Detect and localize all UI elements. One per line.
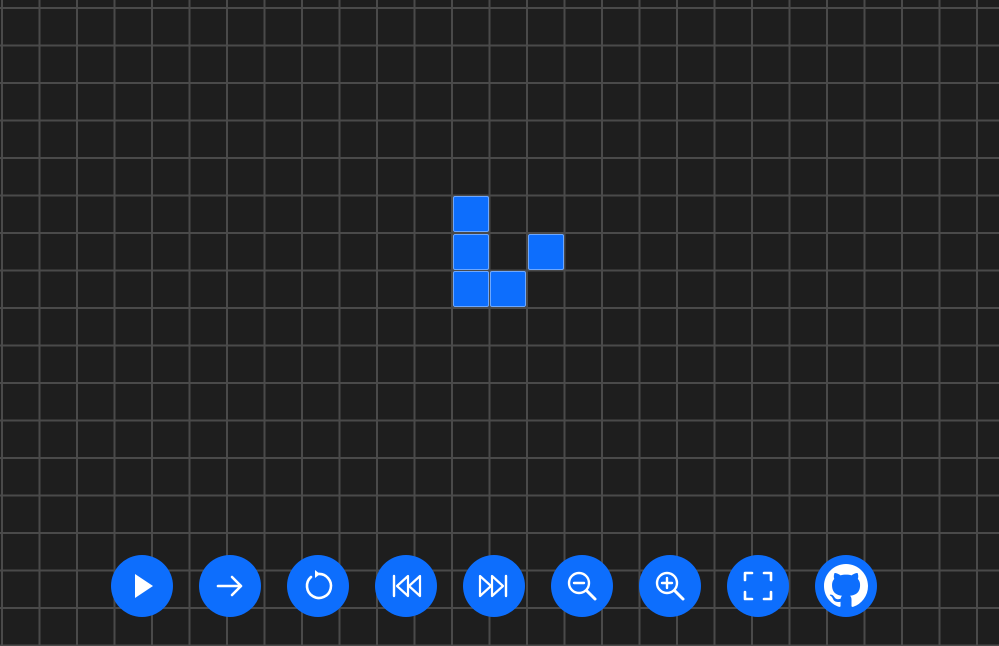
slower-button[interactable]	[375, 555, 437, 617]
zoom-in-button[interactable]	[639, 555, 701, 617]
rotate-icon	[305, 570, 333, 600]
zoom-in-icon	[655, 571, 685, 601]
github-icon	[824, 564, 868, 607]
step-button[interactable]	[199, 555, 261, 617]
live-cell[interactable]	[452, 271, 489, 307]
zoom-out-icon	[567, 571, 597, 601]
fullscreen-button[interactable]	[727, 555, 789, 617]
toolbar	[111, 555, 877, 617]
faster-button[interactable]	[463, 555, 525, 617]
zoom-out-button[interactable]	[551, 555, 613, 617]
rewind-icon	[392, 574, 422, 598]
game-board[interactable]	[0, 0, 999, 646]
play-button[interactable]	[111, 555, 173, 617]
live-cell[interactable]	[490, 271, 526, 307]
fullscreen-icon	[743, 571, 773, 601]
fast-forward-icon	[478, 574, 508, 598]
reset-button[interactable]	[287, 555, 349, 617]
live-cell[interactable]	[452, 196, 489, 232]
live-cell[interactable]	[452, 233, 489, 270]
live-cell[interactable]	[527, 233, 564, 270]
github-button[interactable]	[815, 555, 877, 617]
arrow-right-icon	[216, 575, 243, 597]
play-icon	[135, 574, 153, 598]
